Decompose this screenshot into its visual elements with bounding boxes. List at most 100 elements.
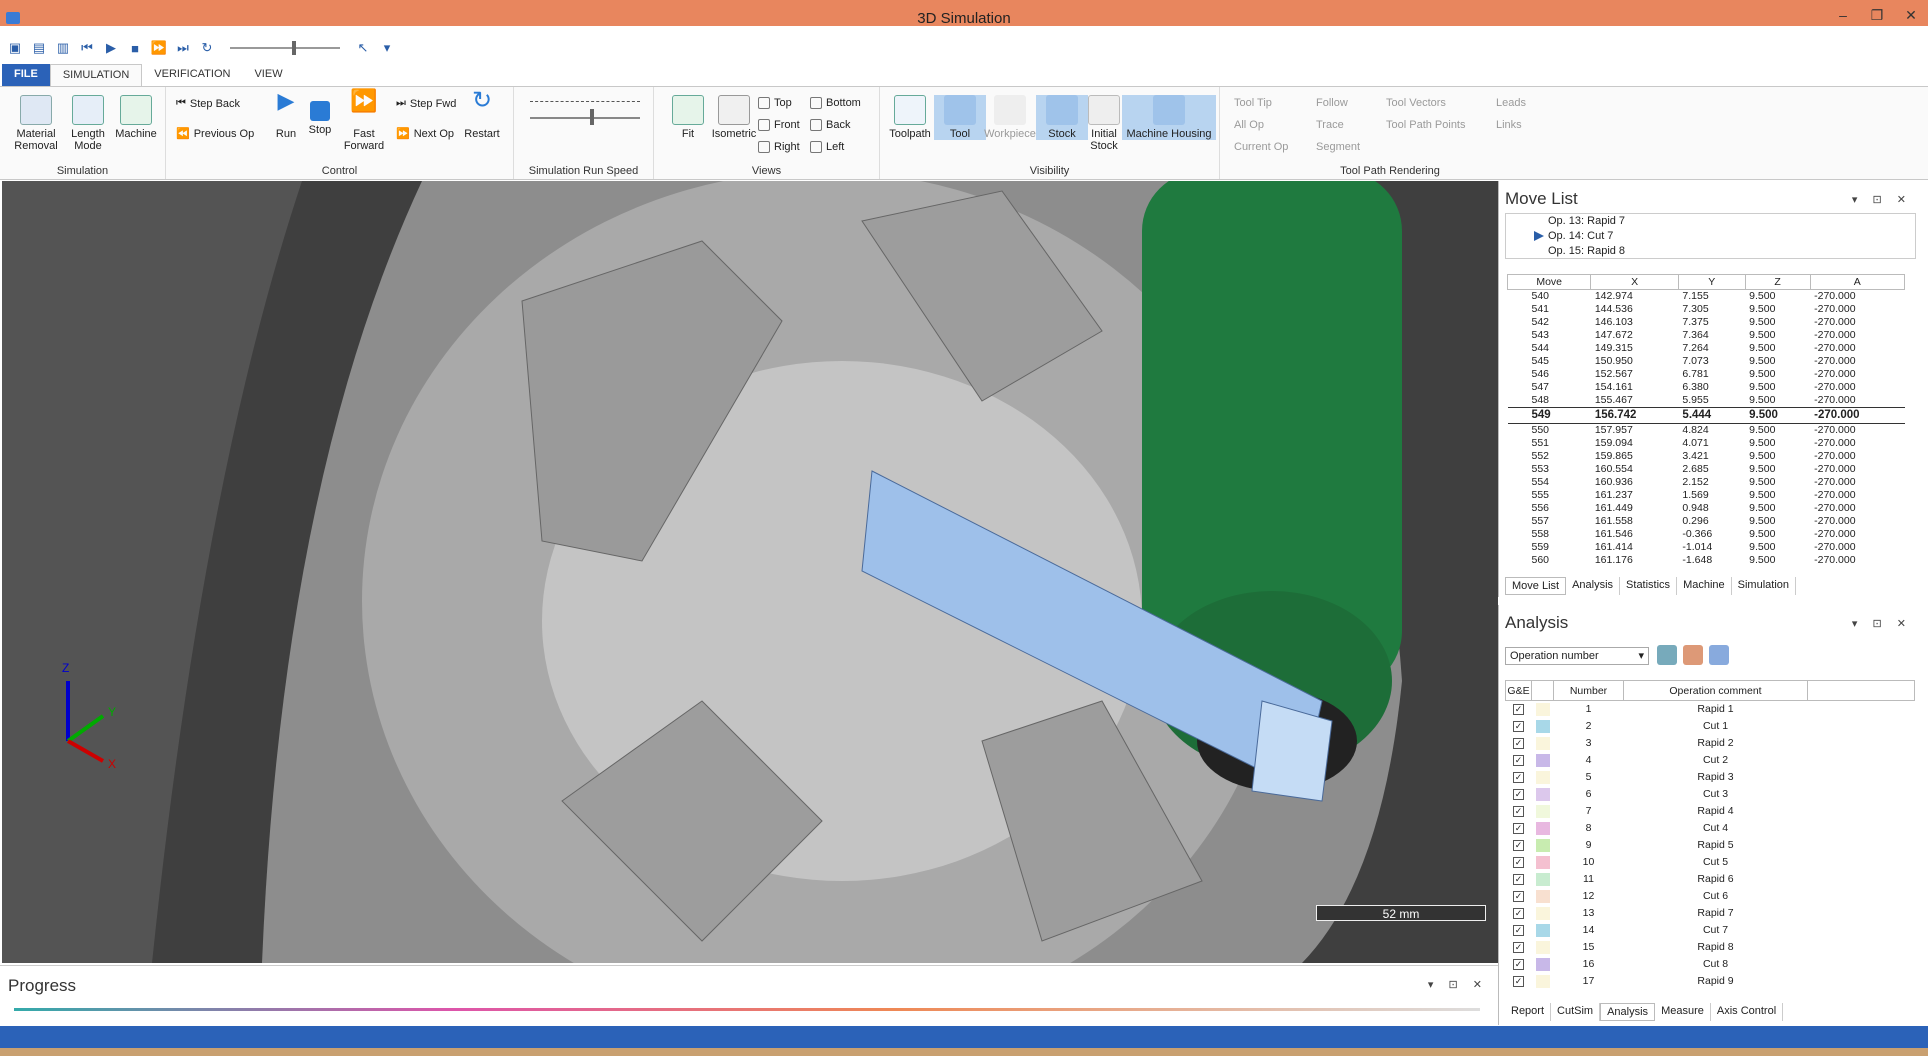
- table-row[interactable]: 540 142.974 7.155 9.500 -270.000: [1508, 290, 1905, 304]
- links-button[interactable]: Links: [1496, 119, 1522, 131]
- last-icon[interactable]: ⏭: [174, 39, 192, 57]
- tab-statistics[interactable]: Statistics: [1620, 577, 1678, 595]
- col-number[interactable]: Number: [1553, 680, 1624, 701]
- table-row[interactable]: ✓ 14 Cut 7: [1506, 922, 1915, 939]
- tab-report[interactable]: Report: [1505, 1003, 1552, 1021]
- col-z[interactable]: Z: [1744, 274, 1811, 290]
- operation-tree[interactable]: Op. 13: Rapid 7 Op. 14: Cut 7 Op. 15: Ra…: [1505, 213, 1916, 259]
- color-swatch[interactable]: [1532, 786, 1554, 803]
- settings-icon[interactable]: [1683, 645, 1703, 665]
- minimize-icon[interactable]: –: [1826, 6, 1860, 32]
- visibility-checkbox[interactable]: ✓: [1506, 803, 1532, 820]
- segment-button[interactable]: Segment: [1316, 141, 1360, 153]
- color-swatch[interactable]: [1532, 922, 1554, 939]
- tab-machine[interactable]: Machine: [1677, 577, 1732, 595]
- table-row[interactable]: 543 147.672 7.364 9.500 -270.000: [1508, 329, 1905, 342]
- tool-vectors-button[interactable]: Tool Vectors: [1386, 97, 1446, 109]
- machine-button[interactable]: Machine: [110, 95, 162, 140]
- table-row[interactable]: 553 160.554 2.685 9.500 -270.000: [1508, 463, 1905, 476]
- table-row[interactable]: ✓ 6 Cut 3: [1506, 786, 1915, 803]
- 3d-viewport[interactable]: Z Y X 52 mm: [2, 181, 1498, 963]
- col-move[interactable]: Move: [1506, 274, 1592, 290]
- tab-cutsim[interactable]: CutSim: [1551, 1003, 1601, 1021]
- speed-slider[interactable]: [230, 41, 340, 55]
- color-swatch[interactable]: [1532, 973, 1554, 990]
- visibility-checkbox[interactable]: ✓: [1506, 820, 1532, 837]
- table-row[interactable]: ✓ 1 Rapid 1: [1506, 701, 1915, 719]
- table-row[interactable]: 558 161.546 -0.366 9.500 -270.000: [1508, 528, 1905, 541]
- col-ge[interactable]: G&E: [1505, 680, 1532, 701]
- panel-controls[interactable]: ▾ ⊡ ✕: [1852, 193, 1912, 206]
- report-icon[interactable]: [1709, 645, 1729, 665]
- front-view-button[interactable]: Front: [758, 119, 800, 131]
- table-row[interactable]: 541 144.536 7.305 9.500 -270.000: [1508, 303, 1905, 316]
- left-view-button[interactable]: Left: [810, 141, 844, 153]
- app-menu-icon[interactable]: ▣: [6, 39, 24, 57]
- table-row[interactable]: 545 150.950 7.073 9.500 -270.000: [1508, 355, 1905, 368]
- tab-analysis[interactable]: Analysis: [1566, 577, 1621, 595]
- visibility-checkbox[interactable]: ✓: [1506, 718, 1532, 735]
- speed-thumb[interactable]: [590, 109, 594, 125]
- fast-forward-icon[interactable]: ⏩: [150, 39, 168, 57]
- tool-toggle[interactable]: Tool: [934, 95, 986, 140]
- current-op-button[interactable]: Current Op: [1234, 141, 1288, 153]
- table-row[interactable]: ✓ 4 Cut 2: [1506, 752, 1915, 769]
- table-row[interactable]: 560 161.176 -1.648 9.500 -270.000: [1508, 554, 1905, 567]
- panel-controls[interactable]: ▾ ⊡ ✕: [1428, 978, 1488, 991]
- tab-axis-control[interactable]: Axis Control: [1711, 1003, 1784, 1021]
- color-swatch[interactable]: [1532, 871, 1554, 888]
- tab-view[interactable]: VIEW: [242, 64, 294, 86]
- table-row[interactable]: ✓ 13 Rapid 7: [1506, 905, 1915, 922]
- table-row[interactable]: 554 160.936 2.152 9.500 -270.000: [1508, 476, 1905, 489]
- toolpath-toggle[interactable]: Toolpath: [884, 95, 936, 140]
- visibility-checkbox[interactable]: ✓: [1506, 888, 1532, 905]
- tab-simulation[interactable]: Simulation: [1732, 577, 1796, 595]
- visibility-checkbox[interactable]: ✓: [1506, 701, 1532, 719]
- op-item-current[interactable]: Op. 14: Cut 7: [1506, 229, 1915, 244]
- next-op-button[interactable]: ⏩ Next Op: [396, 127, 454, 141]
- customize-icon[interactable]: ▾: [378, 39, 396, 57]
- restart-icon[interactable]: ↻: [198, 39, 216, 57]
- machine-housing-toggle[interactable]: Machine Housing: [1122, 95, 1216, 140]
- tab-analysis[interactable]: Analysis: [1600, 1003, 1656, 1021]
- col-x[interactable]: X: [1590, 274, 1679, 290]
- first-icon[interactable]: ⏮: [78, 39, 96, 57]
- visibility-checkbox[interactable]: ✓: [1506, 956, 1532, 973]
- table-row[interactable]: ✓ 7 Rapid 4: [1506, 803, 1915, 820]
- table-row[interactable]: ✓ 11 Rapid 6: [1506, 871, 1915, 888]
- op-item[interactable]: Op. 15: Rapid 8: [1506, 244, 1915, 259]
- length-mode-button[interactable]: Length Mode: [62, 95, 114, 152]
- col-y[interactable]: Y: [1677, 274, 1746, 290]
- visibility-checkbox[interactable]: ✓: [1506, 871, 1532, 888]
- tab-file[interactable]: FILE: [2, 64, 50, 86]
- table-row[interactable]: ✓ 17 Rapid 9: [1506, 973, 1915, 990]
- stop-icon[interactable]: ■: [126, 39, 144, 57]
- close-icon[interactable]: ✕: [1894, 6, 1928, 32]
- visibility-checkbox[interactable]: ✓: [1506, 769, 1532, 786]
- color-swatch[interactable]: [1532, 718, 1554, 735]
- step-back-button[interactable]: ⏮ Step Back: [176, 97, 240, 110]
- color-swatch[interactable]: [1532, 769, 1554, 786]
- table-row[interactable]: 559 161.414 -1.014 9.500 -270.000: [1508, 541, 1905, 554]
- visibility-checkbox[interactable]: ✓: [1506, 837, 1532, 854]
- table-row[interactable]: 555 161.237 1.569 9.500 -270.000: [1508, 489, 1905, 502]
- table-row[interactable]: ✓ 16 Cut 8: [1506, 956, 1915, 973]
- table-row[interactable]: ✓ 5 Rapid 3: [1506, 769, 1915, 786]
- visibility-checkbox[interactable]: ✓: [1506, 905, 1532, 922]
- color-swatch[interactable]: [1532, 820, 1554, 837]
- new-icon[interactable]: ▤: [30, 39, 48, 57]
- color-swatch[interactable]: [1532, 752, 1554, 769]
- color-swatch[interactable]: [1532, 905, 1554, 922]
- tab-move-list[interactable]: Move List: [1505, 577, 1567, 595]
- op-item[interactable]: Op. 13: Rapid 7: [1506, 214, 1915, 229]
- fit-button[interactable]: Fit: [662, 95, 714, 140]
- color-swatch[interactable]: [1532, 803, 1554, 820]
- visibility-checkbox[interactable]: ✓: [1506, 854, 1532, 871]
- top-view-button[interactable]: Top: [758, 97, 792, 109]
- pointer-icon[interactable]: ↖: [354, 39, 372, 57]
- follow-button[interactable]: Follow: [1316, 97, 1348, 109]
- previous-op-button[interactable]: ⏪ Previous Op: [176, 127, 254, 141]
- table-row[interactable]: 550 157.957 4.824 9.500 -270.000: [1508, 424, 1905, 438]
- table-row[interactable]: 552 159.865 3.421 9.500 -270.000: [1508, 450, 1905, 463]
- table-row[interactable]: 556 161.449 0.948 9.500 -270.000: [1508, 502, 1905, 515]
